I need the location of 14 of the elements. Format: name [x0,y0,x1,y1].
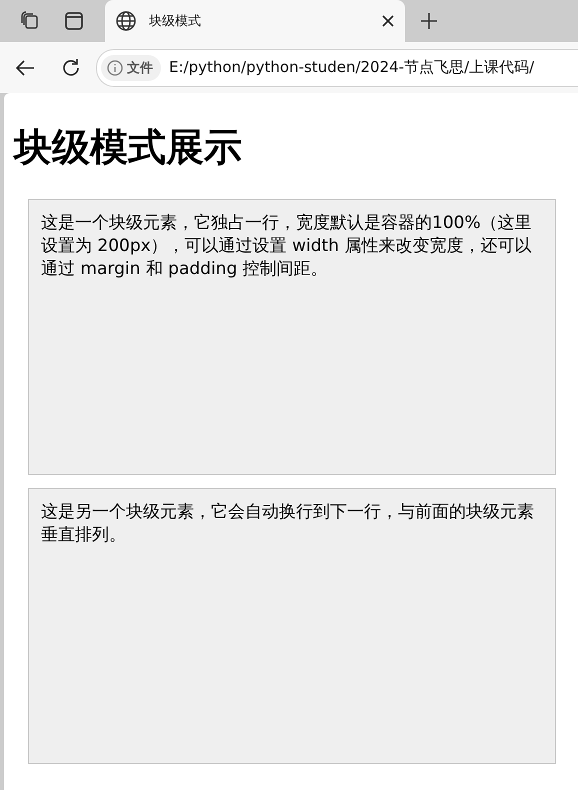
tabs-icon[interactable] [20,11,40,31]
block-element: 这是另一个块级元素，它会自动换行到下一行，与前面的块级元素垂直排列。 [28,488,556,764]
browser-tab[interactable]: 块级模式 [105,0,405,42]
tab-title: 块级模式 [149,13,202,30]
close-icon[interactable] [381,14,395,28]
page-heading: 块级模式展示 [14,124,243,171]
new-tab-icon[interactable] [419,11,439,31]
globe-icon [115,10,137,32]
url-text: E:/python/python-studen/2024-节点飞思/上课代码/ [169,58,534,77]
reload-icon[interactable] [60,56,82,78]
sidebar-icon[interactable] [64,11,84,31]
block-element: 这是一个块级元素，它独占一行，宽度默认是容器的100%（这里设置为 200px），可以通过设置 width 属性来改变宽度，还可以通过 margin 和 padding 控制间距。 [28,199,556,475]
site-info-badge[interactable]: 文件 [101,54,161,80]
address-field[interactable]: 文件 E:/python/python-studen/2024-节点飞思/上课代码/ [96,48,578,86]
